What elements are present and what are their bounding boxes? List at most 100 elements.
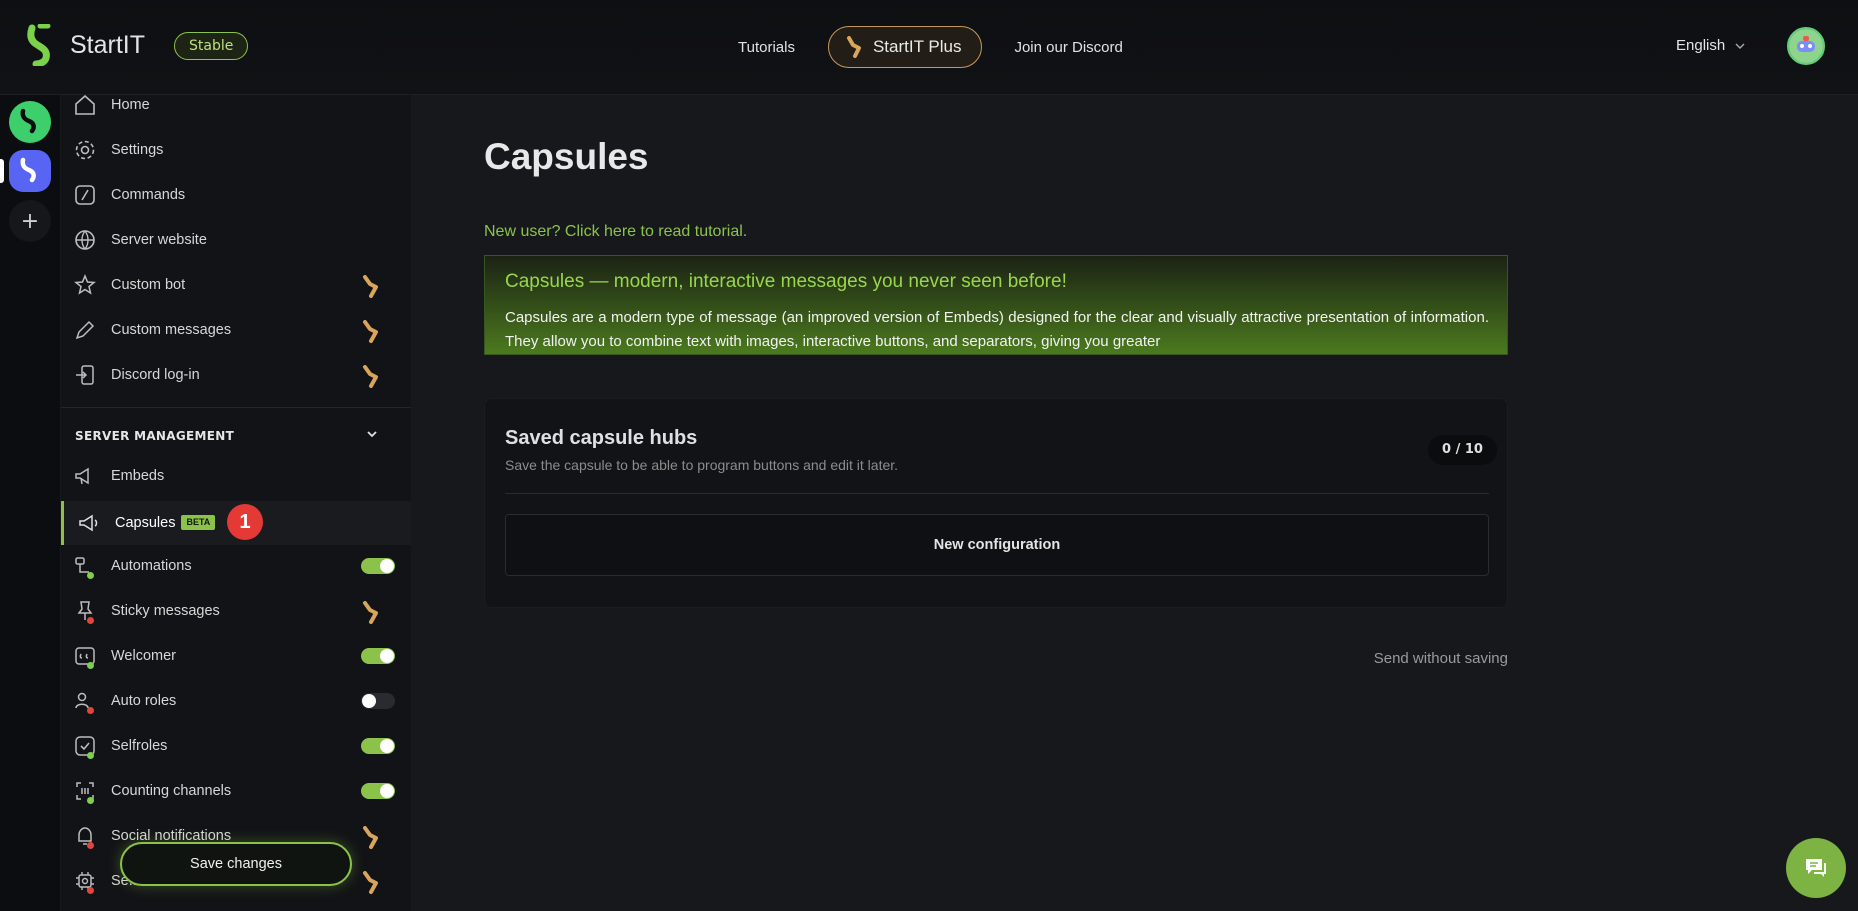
sidebar-item-automations[interactable]: Automations: [61, 546, 411, 586]
new-configuration-button[interactable]: New configuration: [505, 514, 1489, 576]
top-bar: StartIT Stable Tutorials StartIT Plus Jo…: [0, 0, 1858, 95]
banner-text: Capsules are a modern type of message (a…: [505, 309, 1489, 350]
sidebar-item-custom-bot[interactable]: Custom bot: [61, 265, 411, 305]
sidebar-item-welcomer[interactable]: Welcomer: [61, 636, 411, 676]
send-without-saving-link[interactable]: Send without saving: [1370, 650, 1508, 667]
sidebar-item-label: Auto roles: [111, 693, 177, 709]
sidebar-item-counting-channels[interactable]: Counting channels: [61, 771, 411, 811]
sidebar-item-label: Counting channels: [111, 783, 232, 799]
channel-pill[interactable]: Stable: [174, 32, 249, 60]
beta-badge: BETA: [181, 515, 216, 530]
info-banner: Capsules — modern, interactive messages …: [484, 255, 1508, 355]
plus-icon: +: [20, 208, 40, 234]
sidebar-item-label: Discord log-in: [111, 367, 200, 383]
sidebar-item-embeds[interactable]: Embeds: [61, 456, 411, 496]
hubs-title: Saved capsule hubs: [505, 427, 698, 449]
sidebar-item-home[interactable]: Home: [61, 95, 411, 125]
toggle-knob: [362, 694, 376, 708]
premium-icon: [363, 365, 378, 388]
welcomer-toggle[interactable]: [361, 648, 395, 664]
login-icon: [76, 365, 94, 385]
status-dot: [87, 617, 94, 624]
sidebar-item-label: Welcomer: [111, 648, 176, 664]
hubs-divider: [505, 493, 1489, 494]
auto-roles-toggle[interactable]: [361, 693, 395, 709]
sidebar-item-label: Home: [111, 97, 150, 113]
brand[interactable]: StartIT: [26, 24, 145, 66]
gear-icon: [75, 140, 95, 160]
server-startit-blue[interactable]: [9, 150, 51, 192]
pen-icon: [75, 320, 95, 340]
megaphone-icon: [75, 467, 89, 485]
sidebar-item-sticky-messages[interactable]: Sticky messages: [61, 591, 411, 631]
add-server-button[interactable]: +: [9, 200, 51, 242]
server-rail: +: [0, 95, 60, 911]
slash-command-icon: [75, 185, 95, 205]
startit-plus-label: StartIT Plus: [872, 37, 962, 56]
premium-icon: [363, 275, 378, 298]
capsule-megaphone-icon: [79, 514, 98, 532]
brand-name: StartIT: [70, 30, 146, 59]
server-startit-green[interactable]: [9, 101, 51, 143]
home-icon: [75, 95, 95, 115]
user-avatar[interactable]: [1787, 27, 1825, 65]
chevron-down-icon: [1735, 43, 1745, 49]
hubs-subtitle: Save the capsule to be able to program b…: [505, 457, 899, 473]
startit-plus-button[interactable]: StartIT Plus: [827, 26, 983, 68]
sidebar-item-settings[interactable]: Settings: [61, 130, 411, 170]
globe-icon: [75, 230, 95, 250]
sidebar-item-selfroles[interactable]: Selfroles: [61, 726, 411, 766]
sidebar-item-label: Selfroles: [111, 738, 168, 754]
selected-server-indicator: [0, 159, 4, 183]
sidebar-item-label: Capsules BETA: [115, 515, 216, 531]
sidebar-divider: [61, 407, 411, 408]
sidebar-item-label: Automations: [111, 558, 192, 574]
status-dot: [87, 797, 94, 804]
status-dot: [87, 842, 94, 849]
status-dot: [87, 887, 94, 894]
save-changes-button[interactable]: Save changes: [120, 842, 352, 886]
counting-channels-toggle[interactable]: [361, 783, 395, 799]
chat-icon: [1806, 859, 1826, 877]
startit-server-icon: [20, 157, 36, 183]
status-dot: [87, 707, 94, 714]
status-dot: [87, 662, 94, 669]
sidebar-item-discord-login[interactable]: Discord log-in: [61, 355, 411, 395]
sidebar-item-auto-roles[interactable]: Auto roles: [61, 681, 411, 721]
support-chat-button[interactable]: [1786, 838, 1846, 898]
language-select[interactable]: English: [1676, 37, 1745, 54]
toggle-knob: [380, 784, 394, 798]
banner-title: Capsules — modern, interactive messages …: [505, 271, 1067, 292]
tutorials-link[interactable]: Tutorials: [738, 39, 795, 56]
sidebar: Home Settings Commands Server website Cu…: [61, 95, 411, 911]
language-label: English: [1676, 37, 1726, 54]
saved-hubs-card: Saved capsule hubs Save the capsule to b…: [484, 398, 1508, 608]
premium-icon: [363, 871, 378, 894]
star-plus-icon: [74, 274, 96, 295]
sidebar-item-label: Sticky messages: [111, 603, 220, 619]
toggle-knob: [380, 739, 394, 753]
sidebar-item-custom-messages[interactable]: Custom messages: [61, 310, 411, 350]
plus-logo-icon: [846, 36, 861, 58]
top-nav: Tutorials StartIT Plus Join our Discord: [738, 26, 1123, 68]
hubs-count-badge: 0 / 10: [1428, 435, 1497, 465]
annotation-badge-1: 1: [227, 504, 263, 540]
startit-server-icon: [20, 108, 36, 134]
sidebar-item-label: Settings: [111, 142, 164, 158]
sidebar-item-label: Custom bot: [111, 277, 186, 293]
sidebar-item-label: Server website: [111, 232, 207, 248]
discord-link[interactable]: Join our Discord: [1014, 39, 1122, 56]
sidebar-item-server-website[interactable]: Server website: [61, 220, 411, 260]
sidebar-item-label: Custom messages: [111, 322, 232, 338]
sidebar-item-commands[interactable]: Commands: [61, 175, 411, 215]
toggle-knob: [380, 649, 394, 663]
selfroles-toggle[interactable]: [361, 738, 395, 754]
section-title: SERVER MANAGEMENT: [75, 429, 235, 443]
status-dot: [87, 572, 94, 579]
automations-toggle[interactable]: [361, 558, 395, 574]
status-dot: [87, 752, 94, 759]
premium-icon: [363, 601, 378, 624]
chevron-down-icon[interactable]: [365, 427, 379, 441]
toggle-knob: [380, 559, 394, 573]
tutorial-link[interactable]: New user? Click here to read tutorial.: [484, 223, 747, 241]
